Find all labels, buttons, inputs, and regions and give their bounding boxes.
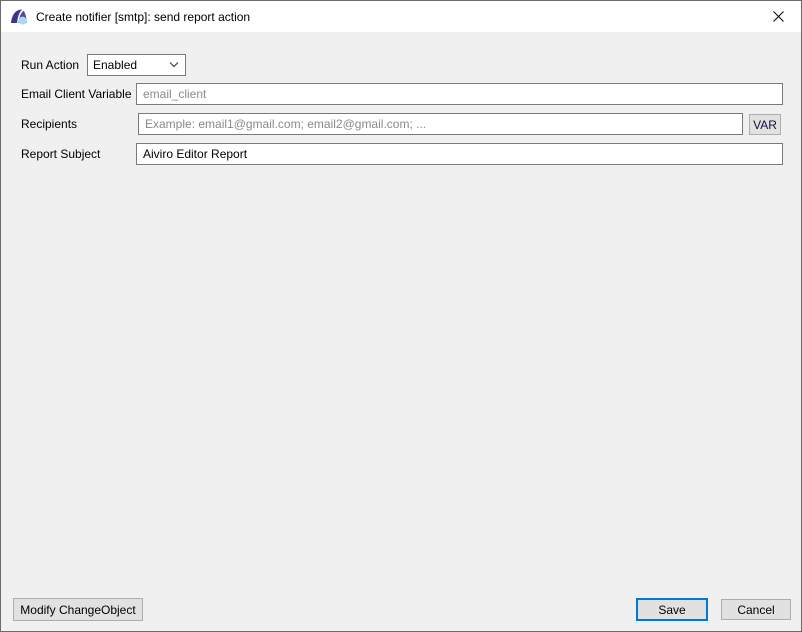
title-bar: Create notifier [smtp]: send report acti… bbox=[1, 1, 801, 32]
email-client-variable-label: Email Client Variable bbox=[21, 83, 132, 105]
close-button[interactable] bbox=[756, 1, 801, 32]
run-action-label: Run Action bbox=[21, 54, 79, 76]
run-action-dropdown[interactable]: Enabled bbox=[87, 54, 186, 76]
dialog-title: Create notifier [smtp]: send report acti… bbox=[36, 10, 250, 24]
recipients-label: Recipients bbox=[21, 113, 77, 135]
cancel-button[interactable]: Cancel bbox=[721, 599, 791, 620]
save-button[interactable]: Save bbox=[636, 598, 708, 621]
dialog-window: Create notifier [smtp]: send report acti… bbox=[0, 0, 802, 632]
report-subject-input[interactable] bbox=[136, 143, 783, 165]
run-action-selected-value: Enabled bbox=[93, 58, 137, 72]
recipients-var-button[interactable]: VAR bbox=[749, 114, 781, 135]
recipients-input[interactable] bbox=[138, 113, 743, 135]
aiviro-logo-icon bbox=[10, 8, 28, 26]
report-subject-label: Report Subject bbox=[21, 143, 100, 165]
modify-changeobject-button[interactable]: Modify ChangeObject bbox=[13, 598, 143, 621]
chevron-down-icon bbox=[169, 62, 179, 68]
email-client-variable-input[interactable] bbox=[136, 83, 783, 105]
